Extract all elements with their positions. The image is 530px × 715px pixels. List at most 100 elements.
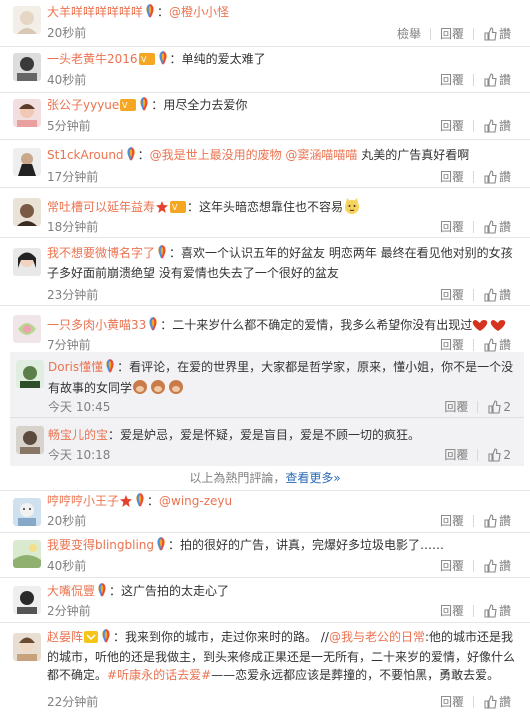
view-more-link[interactable]: 查看更多» xyxy=(285,471,340,485)
comment-item: 我不想要微博名字了 ：喜欢一个认识五年的好盆友 明恋两年 最终在看见他对别的女孩子… xyxy=(0,238,530,306)
username[interactable]: 大嘴侃豐 xyxy=(47,584,95,598)
reply-button[interactable]: 回覆 xyxy=(431,693,473,710)
mention-link[interactable]: @橙小小怪 xyxy=(169,5,229,19)
avatar[interactable] xyxy=(13,315,41,343)
like-button[interactable]: 讚 xyxy=(474,117,520,134)
like-button[interactable]: 讚 xyxy=(474,512,520,529)
comment-text: St1ckAround ：@我是世上最没用的废物 @窦涵喵喵喵 丸美的广告真好看啊 xyxy=(47,146,522,166)
sub-reply-item: Doris懂懂 ：看评论，在爱的世界里，大家都是哲学家，原来，懂小姐，你不是一个没… xyxy=(10,352,524,418)
reply-button[interactable]: 回覆 xyxy=(431,602,473,619)
reply-button[interactable]: 回覆 xyxy=(431,218,473,235)
comment-item: 一只多肉小黄喵33 ：二十来岁什么都不确定的爱情，我多么希望你没有出现过 7分钟前… xyxy=(0,306,530,352)
like-button[interactable]: 讚 xyxy=(474,218,520,235)
avatar[interactable] xyxy=(13,198,41,226)
sub-replies: Doris懂懂 ：看评论，在爱的世界里，大家都是哲学家，原来，懂小姐，你不是一个没… xyxy=(10,352,524,466)
like-button[interactable]: 讚 xyxy=(474,336,520,353)
avatar[interactable] xyxy=(13,248,41,276)
vip-badge-icon: V xyxy=(120,98,137,116)
timestamp: 7分钟前 xyxy=(47,338,91,352)
username[interactable]: Doris懂懂 xyxy=(48,360,103,374)
like-button[interactable]: 讚 xyxy=(474,602,520,619)
rainbow-badge-icon xyxy=(155,537,167,556)
reply-button[interactable]: 回覆 xyxy=(435,446,477,463)
rainbow-badge-icon xyxy=(144,4,156,23)
reply-button[interactable]: 回覆 xyxy=(431,286,473,303)
comment-text: 常吐槽可以延年益寿 V ：这年头暗恋想靠住也不容易 xyxy=(47,197,522,220)
username[interactable]: 我要变得blingbling xyxy=(47,538,154,552)
comment-item: 我要变得blingbling ：拍的很好的广告，讲真，完爆好多垃圾电影了…… 40… xyxy=(0,533,530,578)
username[interactable]: 常吐槽可以延年益寿 xyxy=(47,200,155,214)
comment-item: 赵晏阵 ：我来到你的城市，走过你来时的路。 //@我与老公的日常:他的城市还是我的… xyxy=(0,623,530,715)
comment-text: 赵晏阵 ：我来到你的城市，走过你来时的路。 //@我与老公的日常:他的城市还是我的… xyxy=(47,629,516,682)
username[interactable]: 大羊咩咩咩咩咩咩 xyxy=(47,5,143,19)
like-button[interactable]: 2 xyxy=(478,400,520,414)
comment-text: 畅宝儿的宝：爱是妒忌，爱是怀疑，爱是盲目，爱是不顾一切的疯狂。 xyxy=(48,428,421,442)
svg-text:V: V xyxy=(141,55,147,64)
reply-button[interactable]: 回覆 xyxy=(431,336,473,353)
broken-heart-icon xyxy=(472,317,508,338)
action-bar: 回覆 2 xyxy=(435,398,520,415)
like-button[interactable]: 2 xyxy=(478,448,520,462)
comment-text: Doris懂懂 ：看评论，在爱的世界里，大家都是哲学家，原来，懂小姐，你不是一个没… xyxy=(48,358,520,401)
avatar[interactable] xyxy=(16,426,44,454)
avatar[interactable] xyxy=(13,148,41,176)
like-button[interactable]: 讚 xyxy=(474,71,520,88)
avatar[interactable] xyxy=(13,53,41,81)
timestamp: 22分钟前 xyxy=(47,695,99,709)
like-button[interactable]: 讚 xyxy=(474,557,520,574)
timestamp: 今天 10:18 xyxy=(48,448,111,462)
username[interactable]: 一头老黄牛2016 xyxy=(47,52,138,66)
username[interactable]: 畅宝儿的宝 xyxy=(48,428,108,442)
username[interactable]: St1ckAround xyxy=(47,148,124,162)
avatar[interactable] xyxy=(13,633,41,661)
action-bar: 回覆 讚 xyxy=(431,557,520,574)
thumbs-up-icon xyxy=(484,219,497,234)
like-button[interactable]: 讚 xyxy=(474,693,520,710)
username[interactable]: 赵晏阵 xyxy=(47,630,83,644)
avatar[interactable] xyxy=(13,6,41,34)
rainbow-badge-icon xyxy=(134,493,146,512)
action-bar: 回覆 讚 xyxy=(431,286,520,303)
timestamp: 23分钟前 xyxy=(47,288,99,302)
comment-item: 大羊咩咩咩咩咩咩 ：@橙小小怪 20秒前 檢舉 回覆 讚 xyxy=(0,0,530,47)
action-bar: 回覆 讚 xyxy=(431,602,520,619)
reply-button[interactable]: 回覆 xyxy=(431,25,473,42)
vip-badge-icon: V xyxy=(170,200,187,218)
mention-link[interactable]: @我是世上最没用的废物 xyxy=(150,148,282,162)
avatar[interactable] xyxy=(13,99,41,127)
avatar[interactable] xyxy=(16,360,44,388)
rainbow-badge-icon xyxy=(100,629,112,648)
reply-button[interactable]: 回覆 xyxy=(431,168,473,185)
mention-link[interactable]: @我与老公的日常 xyxy=(329,630,425,644)
report-button[interactable]: 檢舉 xyxy=(388,25,430,42)
username[interactable]: 一只多肉小黄喵33 xyxy=(47,318,146,332)
reply-button[interactable]: 回覆 xyxy=(435,398,477,415)
like-button[interactable]: 讚 xyxy=(474,25,520,42)
avatar[interactable] xyxy=(13,540,41,568)
avatar[interactable] xyxy=(13,586,41,614)
comment-item: 一头老黄牛2016 V ：单纯的爱太难了 40秒前 回覆 讚 xyxy=(0,47,530,93)
comment-item: 常吐槽可以延年益寿 V ：这年头暗恋想靠住也不容易 18分钟前 回覆 讚 xyxy=(0,188,530,238)
username[interactable]: 我不想要微博名字了 xyxy=(47,246,155,260)
reply-button[interactable]: 回覆 xyxy=(431,557,473,574)
thumbs-up-icon xyxy=(484,287,497,302)
topic-link[interactable]: #听康永的话去爱# xyxy=(107,668,211,682)
action-bar: 回覆 讚 xyxy=(431,71,520,88)
mention-link[interactable]: @窦涵喵喵喵 xyxy=(285,148,357,162)
username[interactable]: 哼哼哼小王子 xyxy=(47,494,119,508)
avatar[interactable] xyxy=(13,498,41,526)
comment-text: 我不想要微博名字了 ：喜欢一个认识五年的好盆友 明恋两年 最终在看见他对别的女孩子… xyxy=(47,245,513,280)
like-button[interactable]: 讚 xyxy=(474,286,520,303)
comment-text: 哼哼哼小王子 ：@wing-zeyu xyxy=(47,492,522,512)
mention-link[interactable]: @wing-zeyu xyxy=(159,494,232,508)
timestamp: 20秒前 xyxy=(47,514,87,528)
reply-button[interactable]: 回覆 xyxy=(431,71,473,88)
timestamp: 18分钟前 xyxy=(47,220,99,234)
rainbow-badge-icon xyxy=(125,147,137,166)
like-button[interactable]: 讚 xyxy=(474,168,520,185)
username[interactable]: 张公子yyyue xyxy=(47,98,119,112)
comment-feed: 大羊咩咩咩咩咩咩 ：@橙小小怪 20秒前 檢舉 回覆 讚 一头老黄牛2016 V ：单… xyxy=(0,0,530,715)
thumbs-up-icon xyxy=(484,26,497,41)
reply-button[interactable]: 回覆 xyxy=(431,512,473,529)
reply-button[interactable]: 回覆 xyxy=(431,117,473,134)
